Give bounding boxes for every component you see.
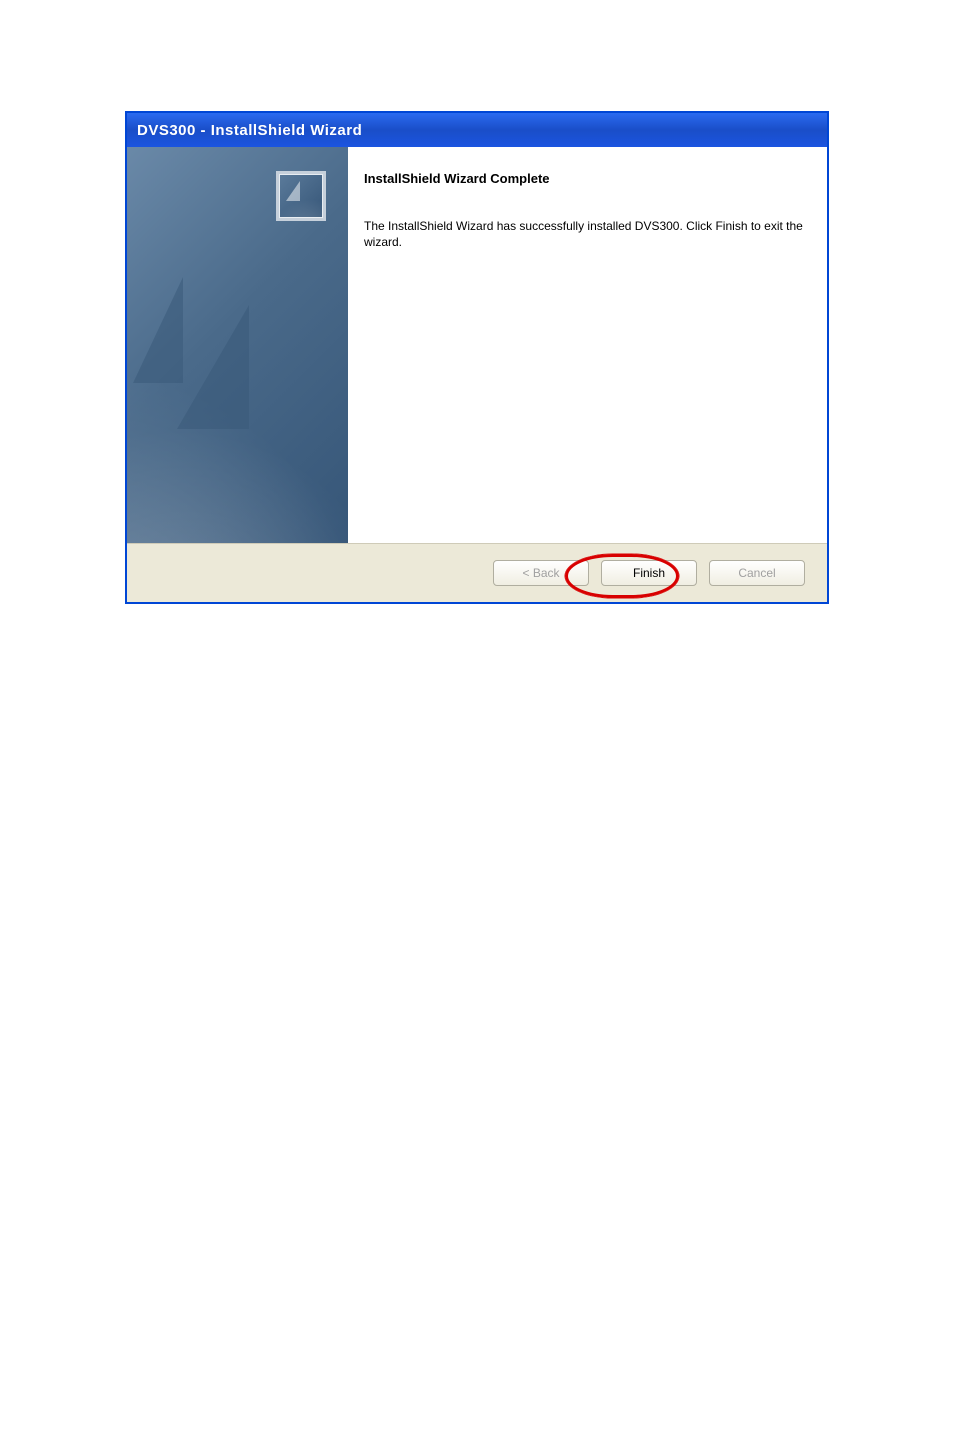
button-bar: < Back Finish Cancel (127, 543, 827, 602)
window-title: DVS300 - InstallShield Wizard (137, 122, 362, 139)
titlebar[interactable]: DVS300 - InstallShield Wizard (127, 113, 827, 147)
wizard-sidebar-image (127, 147, 348, 543)
page-heading: InstallShield Wizard Complete (364, 171, 805, 186)
installshield-logo-icon (276, 171, 326, 221)
page-body-text: The InstallShield Wizard has successfull… (364, 218, 805, 250)
content-area: InstallShield Wizard Complete The Instal… (348, 147, 827, 543)
installer-window: DVS300 - InstallShield Wizard InstallShi… (126, 112, 828, 603)
sail-graphic-icon (177, 305, 249, 429)
sail-graphic-icon (133, 277, 183, 383)
back-button: < Back (493, 560, 589, 586)
body-area: InstallShield Wizard Complete The Instal… (127, 147, 827, 543)
finish-button[interactable]: Finish (601, 560, 697, 586)
cancel-button: Cancel (709, 560, 805, 586)
